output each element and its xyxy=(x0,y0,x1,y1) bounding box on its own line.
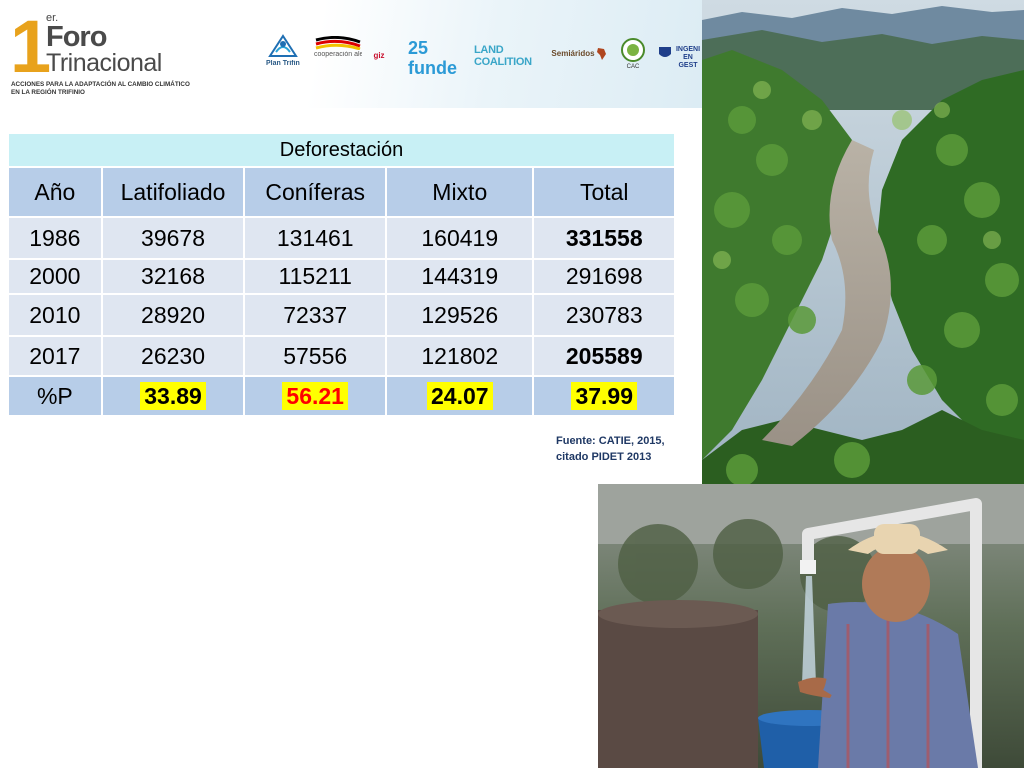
logo-number: 1 xyxy=(10,5,51,88)
partner-logo-cooperacion: cooperación alemana xyxy=(314,35,362,70)
table-row: 2010 28920 72337 129526 230783 xyxy=(7,293,676,337)
partner-logo-ingeni: INGENI EN GEST xyxy=(658,46,702,70)
logo-word-foro: Foro xyxy=(46,21,107,53)
percent-value-coniferas: 56.21 xyxy=(282,382,348,410)
table-cell: 331558 xyxy=(532,216,676,260)
table-header-row: Año Latifoliado Coníferas Mixto Total xyxy=(7,166,676,218)
table-cell: 230783 xyxy=(532,293,676,337)
partner-logo-plan-trifinio: Plan Trifinio xyxy=(266,34,300,70)
table-cell: 291698 xyxy=(532,258,676,295)
table-cell: 2010 xyxy=(7,293,103,337)
partner-logo-funde: 25 funde xyxy=(408,38,460,78)
partner-logo-land: LAND COALITION xyxy=(474,44,544,68)
table-cell: 28920 xyxy=(100,293,246,337)
table-cell: 121802 xyxy=(385,335,535,377)
partner-land-coalition: LAND COALITION xyxy=(474,44,532,68)
percent-label: %P xyxy=(7,375,103,417)
partner-logos: Plan Trifinio cooperación alemana giz 25… xyxy=(262,34,702,78)
partner-cac: CAC xyxy=(626,64,640,70)
table-cell: 39678 xyxy=(100,216,246,260)
logo-subtitle-line1: ACCIONES PARA LA ADAPTACIÓN AL CAMBIO CL… xyxy=(11,81,190,88)
percent-value-mixto: 24.07 xyxy=(426,382,493,410)
table-cell: 72337 xyxy=(243,293,388,337)
cac-seal-icon xyxy=(621,38,645,62)
table-cell: 26230 xyxy=(100,335,246,377)
partner-giz: giz xyxy=(373,52,385,60)
percent-value-latifoliado: 33.89 xyxy=(140,382,206,410)
university-shield-icon xyxy=(659,47,671,57)
farmer-water-photo xyxy=(598,484,1024,768)
table-cell: 1986 xyxy=(7,216,103,260)
farmer-water-image xyxy=(598,484,1024,768)
table-cell: 2000 xyxy=(7,258,103,295)
column-header: Latifoliado xyxy=(100,166,246,218)
source-note: Fuente: CATIE, 2015, citado PIDET 2013 xyxy=(556,433,696,465)
deforestation-table: Deforestación Año Latifoliado Coníferas … xyxy=(7,132,676,417)
partner-cooperacion-alemana: cooperación alemana xyxy=(314,51,362,58)
logo-subtitle: ACCIONES PARA LA ADAPTACIÓN AL CAMBIO CL… xyxy=(11,81,241,97)
table-cell: 57556 xyxy=(243,335,388,377)
table-cell: 131461 xyxy=(243,216,388,260)
table-cell: 32168 xyxy=(100,258,246,295)
percent-cell: 33.89 xyxy=(100,375,246,417)
river-valley-image xyxy=(702,0,1024,484)
table-cell: 2017 xyxy=(7,335,103,377)
header-banner: 1 er. Foro Trinacional ACCIONES PARA LA … xyxy=(0,0,702,108)
table-cell: 129526 xyxy=(385,293,535,337)
percent-cell: 56.21 xyxy=(243,375,388,417)
table-row: 2017 26230 57556 121802 205589 xyxy=(7,335,676,377)
column-header: Total xyxy=(532,166,676,218)
german-flag-swoosh-icon xyxy=(315,35,361,51)
table-row: 1986 39678 131461 160419 331558 xyxy=(7,216,676,260)
map-silhouette-icon xyxy=(597,48,606,60)
partner-logo-semiaridos: Semiáridos xyxy=(550,48,610,68)
plan-trifinio-icon xyxy=(268,34,298,57)
percent-value-total: 37.99 xyxy=(571,382,638,410)
source-line-2: citado PIDET 2013 xyxy=(556,451,652,463)
logo-subtitle-line2: EN LA REGIÓN TRIFINIO xyxy=(11,89,85,96)
source-line-1: Fuente: CATIE, 2015, xyxy=(556,435,665,447)
partner-funde: 25 funde xyxy=(408,38,457,78)
partner-plan-trifinio: Plan Trifinio xyxy=(266,60,300,67)
percent-cell: 24.07 xyxy=(385,375,535,417)
column-header: Año xyxy=(7,166,103,218)
partner-ingeni: INGENI EN GEST xyxy=(675,46,701,69)
table-row: 2000 32168 115211 144319 291698 xyxy=(7,258,676,295)
table-cell: 144319 xyxy=(385,258,535,295)
logo-word-trinacional: Trinacional xyxy=(46,49,162,77)
table-cell: 115211 xyxy=(243,258,388,295)
partner-semiaridos: Semiáridos xyxy=(551,50,595,58)
column-header: Coníferas xyxy=(243,166,388,218)
table-cell: 160419 xyxy=(385,216,535,260)
percent-row: %P 33.89 56.21 24.07 37.99 xyxy=(7,375,676,417)
partner-logo-cac: CAC xyxy=(620,38,648,72)
percent-cell: 37.99 xyxy=(532,375,676,417)
river-valley-photo xyxy=(702,0,1024,484)
table-cell: 205589 xyxy=(532,335,676,377)
table-title: Deforestación xyxy=(7,132,676,168)
column-header: Mixto xyxy=(385,166,535,218)
